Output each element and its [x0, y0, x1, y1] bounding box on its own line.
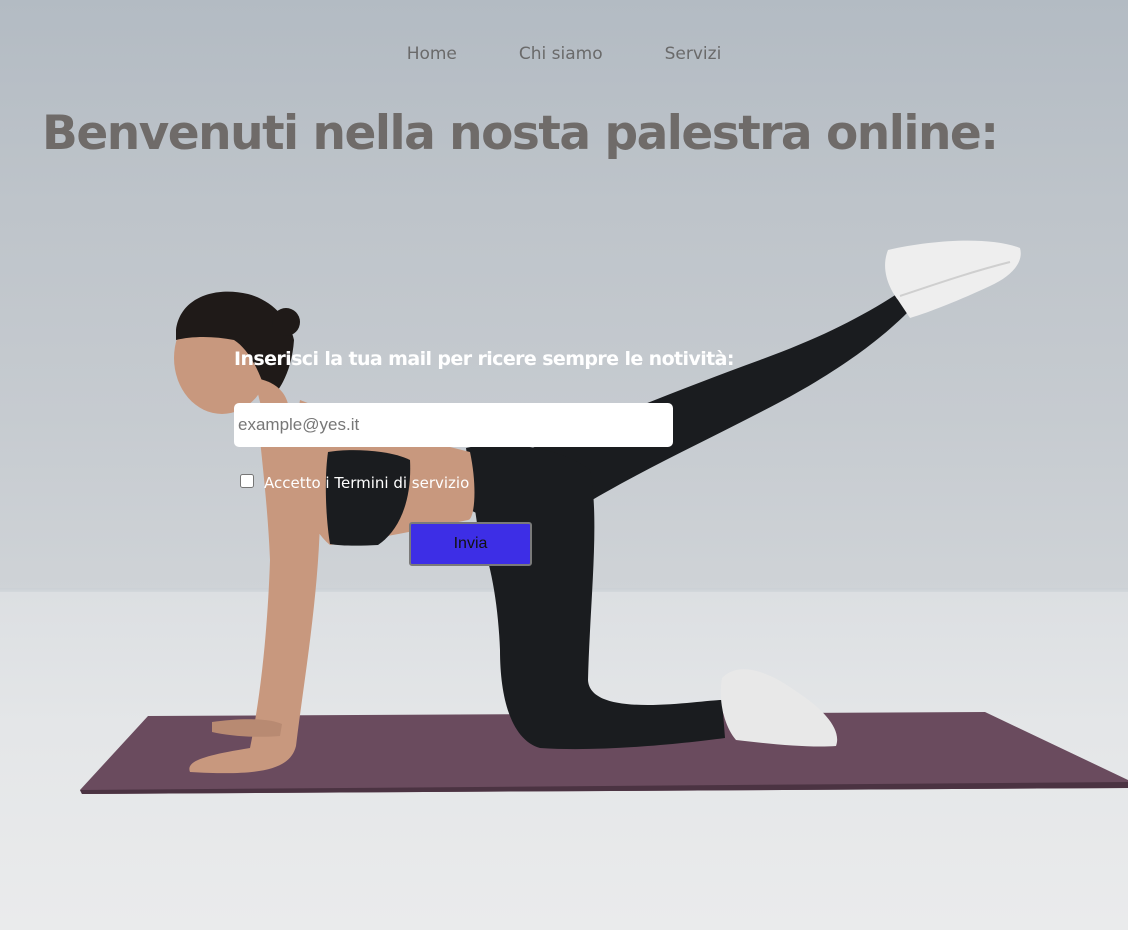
terms-row: Accetto i Termini di servizio [240, 472, 469, 492]
newsletter-title: Inserisci la tua mail per ricere sempre … [234, 348, 734, 370]
nav-link-chi-siamo[interactable]: Chi siamo [519, 44, 603, 64]
nav-link-home[interactable]: Home [407, 44, 457, 64]
main-nav: Home Chi siamo Servizi [0, 44, 1128, 64]
submit-button[interactable]: Invia [409, 522, 532, 566]
email-input[interactable] [234, 403, 673, 447]
kneeling-shoe [720, 669, 838, 747]
nav-link-servizi[interactable]: Servizi [665, 44, 722, 64]
page-headline: Benvenuti nella nosta palestra online: [42, 106, 999, 161]
terms-checkbox[interactable] [240, 474, 254, 488]
terms-label[interactable]: Accetto i Termini di servizio [264, 474, 469, 492]
